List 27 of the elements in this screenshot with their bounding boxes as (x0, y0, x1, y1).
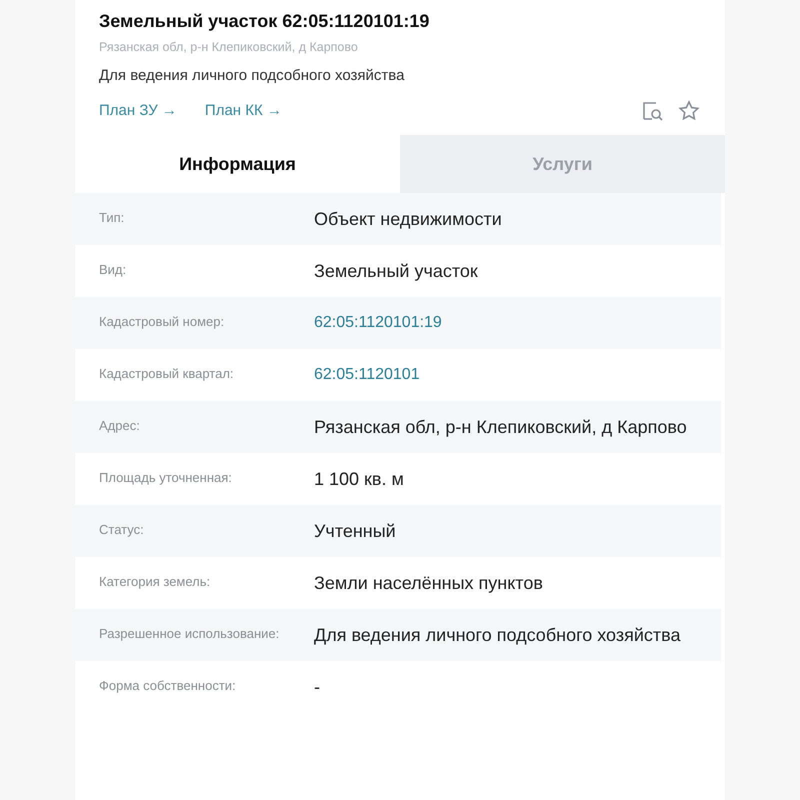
field-value: Земли населённых пунктов (314, 572, 544, 596)
plan-link[interactable]: План ЗУ → (99, 100, 177, 122)
field-label: Разрешенное использование: (99, 625, 280, 644)
field-value: Земельный участок (314, 260, 479, 284)
field-value: Объект недвижимости (314, 208, 503, 232)
tab[interactable]: Услуги (400, 135, 725, 194)
field-label: Категория земель: (99, 573, 212, 592)
purpose: Для ведения личного подсобного хозяйства (99, 66, 406, 86)
field-link[interactable]: 62:05:1120101:19 (314, 309, 442, 338)
field-label: Кадастровый номер: (99, 313, 226, 332)
plan-link[interactable]: План КК → (204, 100, 282, 122)
field-label: Форма собственности: (99, 677, 237, 696)
field-label: Площадь уточненная: (99, 469, 233, 488)
field-label: Вид: (99, 261, 128, 280)
field-label: Адрес: (99, 417, 141, 436)
field-label: Кадастровый квартал: (99, 365, 235, 384)
field-value: - (314, 676, 321, 700)
field-label: Статус: (99, 521, 145, 540)
document-search-icon[interactable] (641, 99, 665, 124)
field-value: Для ведения личного подсобного хозяйства (314, 624, 682, 648)
field-label: Тип: (99, 209, 126, 228)
field-value: Рязанская обл, р-н Клепиковский, д Карпово (314, 416, 688, 440)
title: Земельный участок 62:05:1120101:19 (99, 10, 430, 33)
field-link[interactable]: 62:05:1120101 (314, 361, 420, 390)
address: Рязанская обл, р-н Клепиковский, д Карпово (99, 39, 359, 56)
field-value: Учтенный (314, 520, 397, 544)
field-value: 1 100 кв. м (314, 468, 405, 492)
